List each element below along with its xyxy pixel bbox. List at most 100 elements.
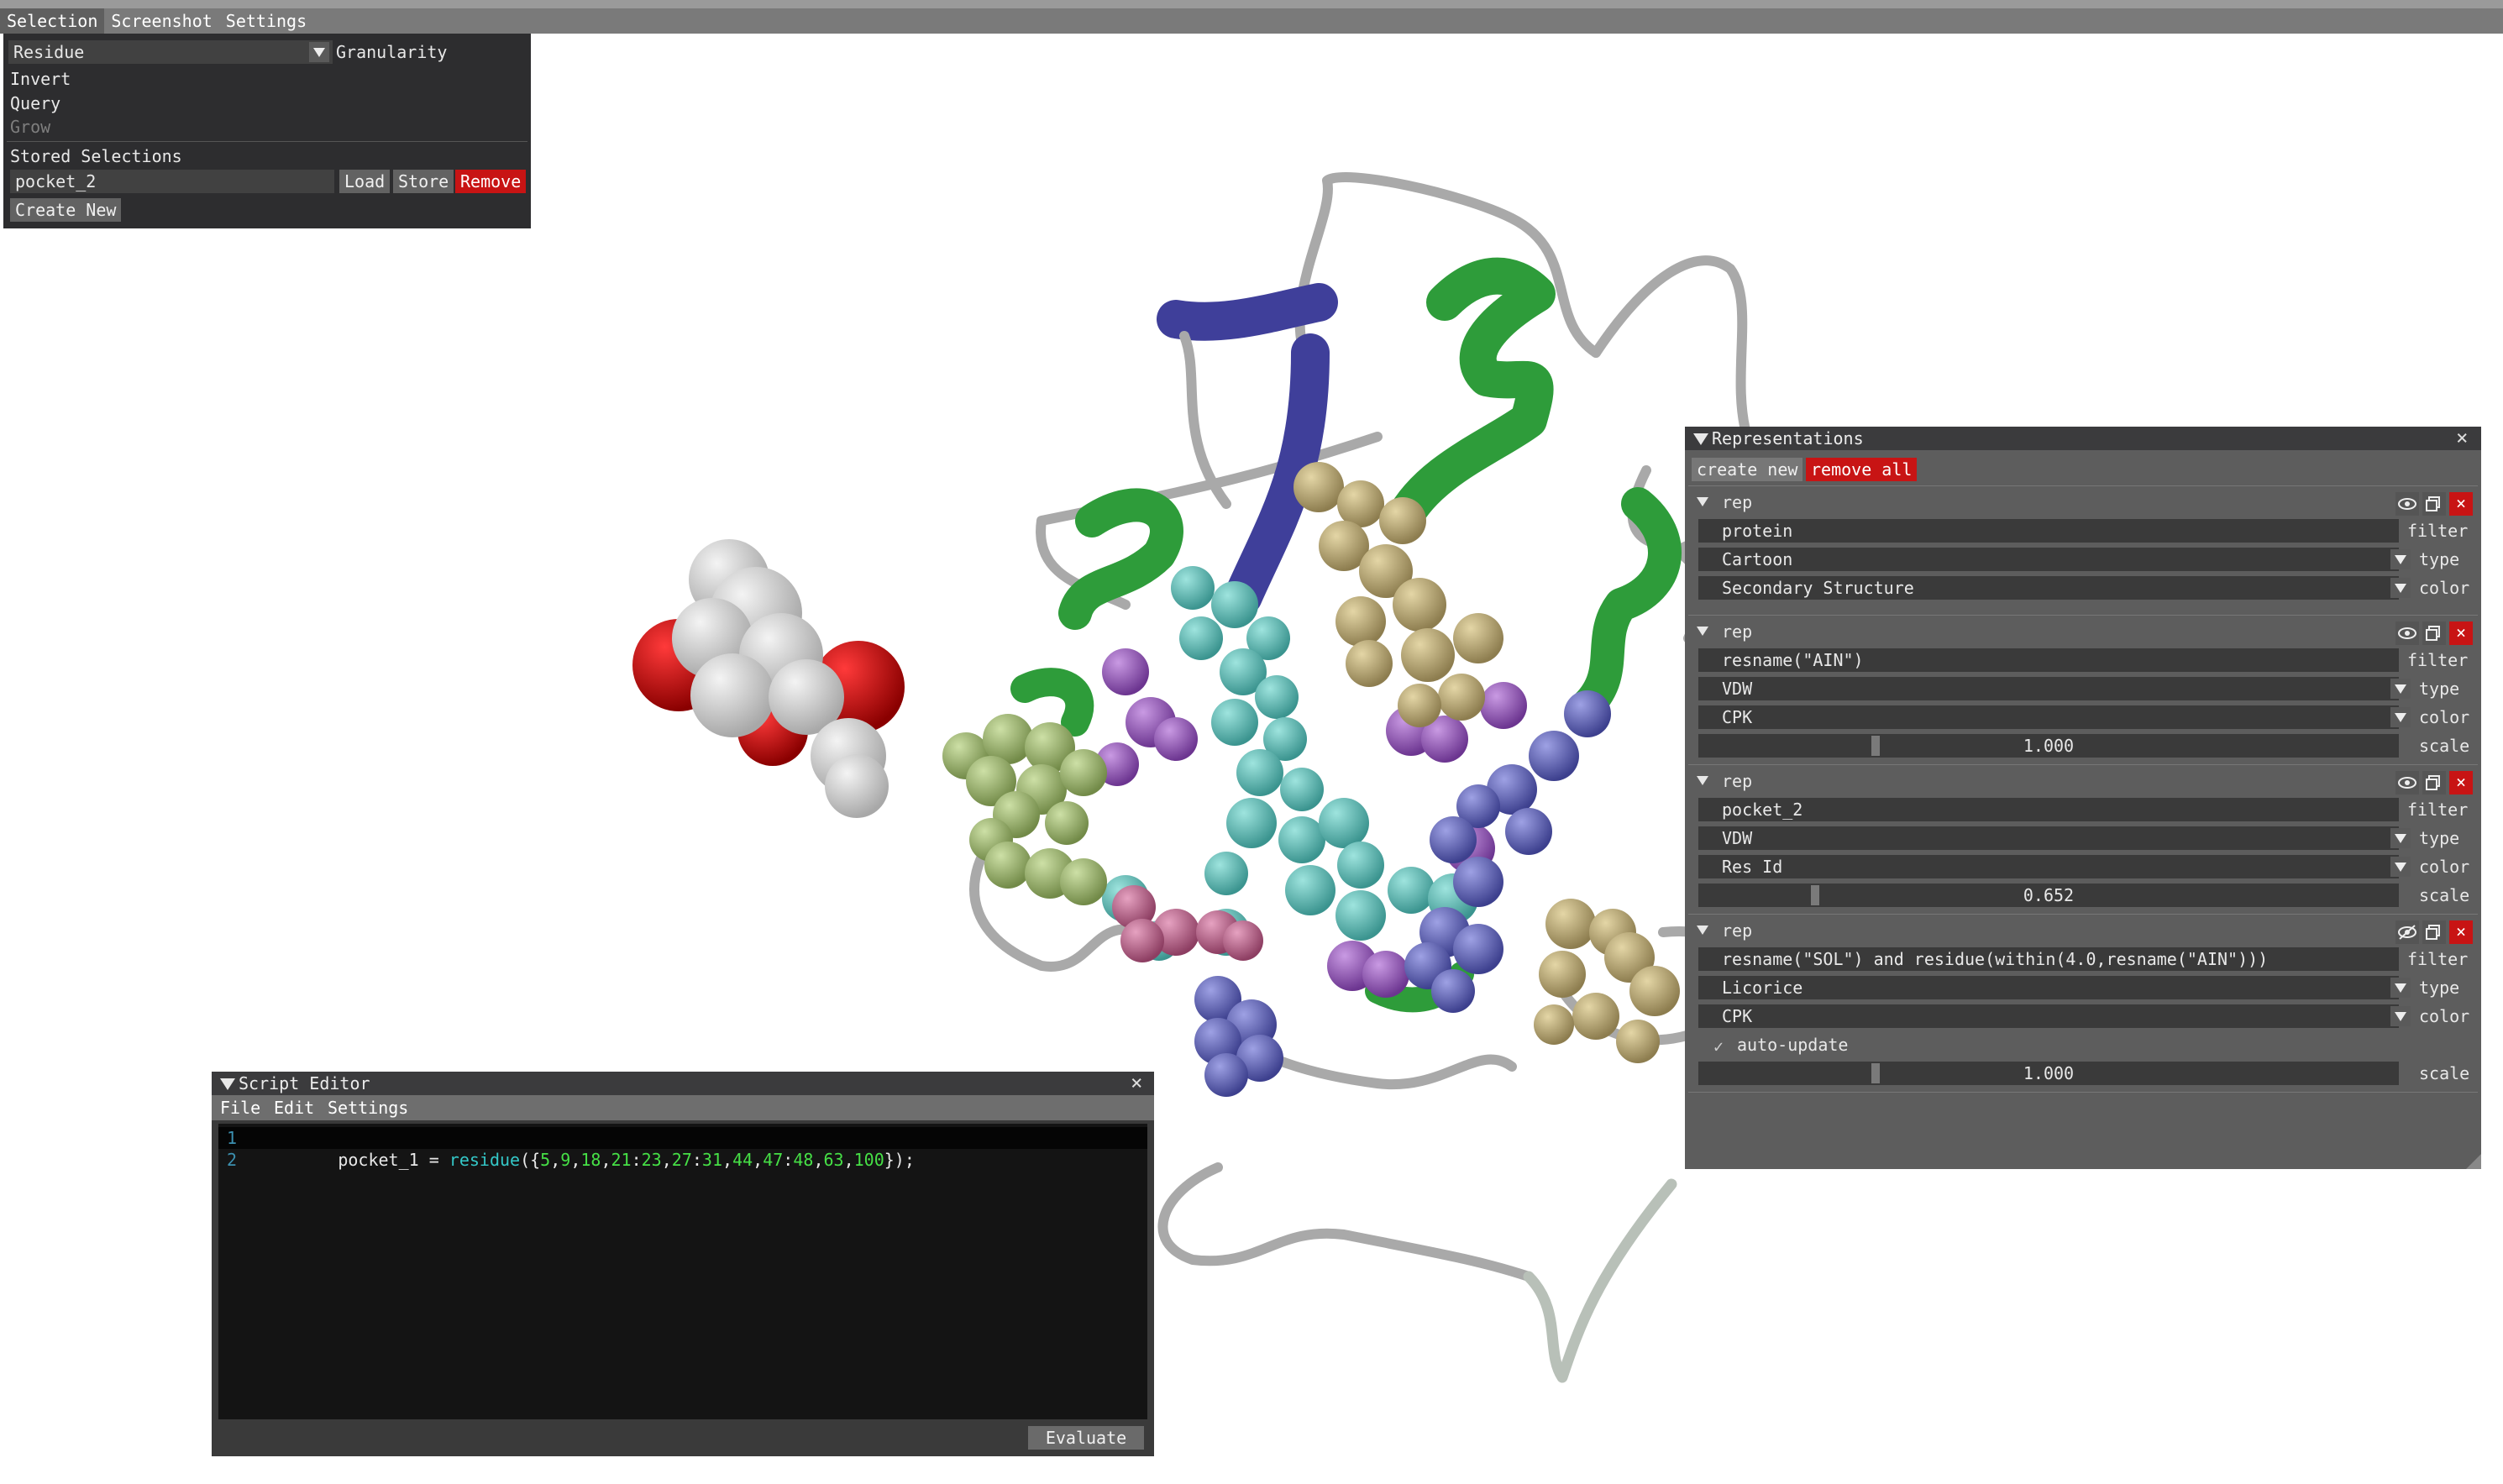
- rep-filter-field[interactable]: pocket_2: [1698, 798, 2399, 821]
- code-num: 47: [763, 1150, 784, 1170]
- chevron-down-icon[interactable]: [2390, 679, 2411, 699]
- menu-screenshot[interactable]: Screenshot: [104, 8, 218, 34]
- rep-color-select[interactable]: CPK: [1698, 1004, 2399, 1028]
- rep-name: rep: [1722, 771, 1753, 791]
- slider-handle[interactable]: [1811, 885, 1819, 905]
- duplicate-icon[interactable]: [2422, 621, 2446, 645]
- rep-collapse-icon[interactable]: [1697, 627, 1708, 636]
- line-number: 2: [227, 1150, 238, 1170]
- rep-collapse-icon[interactable]: [1697, 776, 1708, 785]
- rep-filter-value: resname("AIN"): [1722, 650, 1864, 670]
- type-label: type: [2419, 679, 2460, 699]
- menu-file[interactable]: File: [220, 1095, 260, 1120]
- code-punct: ({: [520, 1150, 541, 1170]
- load-button[interactable]: Load: [339, 170, 391, 193]
- create-new-rep-button[interactable]: create new: [1692, 458, 1803, 481]
- eye-hidden-icon[interactable]: [2395, 920, 2419, 944]
- granularity-select[interactable]: Residue: [8, 40, 333, 64]
- rep-block-4: rep × resname("SOL") and residue(within(…: [1685, 919, 2481, 1099]
- remove-button[interactable]: Remove: [455, 170, 527, 193]
- menu-selection[interactable]: Selection: [0, 8, 105, 34]
- slider-handle[interactable]: [1871, 736, 1880, 756]
- menu-item-invert[interactable]: Invert: [10, 69, 71, 89]
- rep-block-2: rep × resname("AIN") filter VDW type CPK…: [1685, 620, 2481, 771]
- rep-scale-slider[interactable]: 1.000: [1698, 1062, 2399, 1085]
- menu-settings[interactable]: Settings: [328, 1095, 408, 1120]
- rep-color-select[interactable]: Secondary Structure: [1698, 576, 2399, 600]
- representations-title: Representations: [1712, 428, 1864, 448]
- code-num: 18: [580, 1150, 601, 1170]
- code-editor[interactable]: 1 pocket_1 = residue({5,9,18,21:23,27:31…: [218, 1124, 1147, 1419]
- duplicate-icon[interactable]: [2422, 492, 2446, 516]
- delete-rep-icon[interactable]: ×: [2449, 771, 2473, 794]
- chevron-down-icon[interactable]: [2390, 578, 2411, 598]
- scale-label: scale: [2419, 885, 2470, 905]
- rep-scale-value: 1.000: [2023, 736, 2075, 756]
- stored-selections-header: Stored Selections: [10, 146, 182, 166]
- rep-type-select[interactable]: VDW: [1698, 677, 2399, 700]
- collapse-triangle-icon[interactable]: [1693, 433, 1708, 445]
- auto-update-checkbox[interactable]: ✓: [1713, 1036, 1724, 1057]
- rep-filter-value: pocket_2: [1722, 800, 1803, 820]
- close-icon[interactable]: ×: [1131, 1072, 1142, 1093]
- create-new-selection-button[interactable]: Create New: [10, 198, 122, 222]
- chevron-down-icon[interactable]: [2390, 1006, 2411, 1026]
- delete-rep-icon[interactable]: ×: [2449, 920, 2473, 944]
- chevron-down-icon[interactable]: [2390, 828, 2411, 848]
- script-editor-menubar: File Edit Settings: [212, 1095, 1154, 1120]
- divider: [1688, 914, 2478, 915]
- rep-scale-slider[interactable]: 1.000: [1698, 734, 2399, 758]
- eye-icon[interactable]: [2395, 771, 2419, 794]
- duplicate-icon[interactable]: [2422, 771, 2446, 794]
- rep-color-select[interactable]: CPK: [1698, 705, 2399, 729]
- main-menubar: Selection Screenshot Settings: [0, 8, 2503, 34]
- rep-filter-field[interactable]: protein: [1698, 519, 2399, 543]
- rep-color-value: Secondary Structure: [1722, 578, 1914, 598]
- menu-item-grow[interactable]: Grow: [10, 117, 50, 137]
- representations-titlebar[interactable]: Representations ×: [1685, 427, 2481, 450]
- menu-settings[interactable]: Settings: [219, 8, 313, 34]
- duplicate-icon[interactable]: [2422, 920, 2446, 944]
- rep-filter-field[interactable]: resname("SOL") and residue(within(4.0,re…: [1698, 947, 2399, 971]
- slider-handle[interactable]: [1871, 1063, 1880, 1083]
- rep-type-select[interactable]: Licorice: [1698, 976, 2399, 999]
- eye-icon[interactable]: [2395, 621, 2419, 645]
- chevron-down-icon[interactable]: [309, 42, 329, 62]
- rep-collapse-icon[interactable]: [1697, 926, 1708, 935]
- chevron-down-icon[interactable]: [2390, 549, 2411, 569]
- chevron-down-icon[interactable]: [2390, 978, 2411, 998]
- selection-panel: Residue Granularity Invert Query Grow St…: [3, 34, 531, 228]
- menu-edit[interactable]: Edit: [274, 1095, 314, 1120]
- delete-rep-icon[interactable]: ×: [2449, 621, 2473, 645]
- rep-name: rep: [1722, 492, 1753, 512]
- menu-item-query[interactable]: Query: [10, 93, 60, 113]
- rep-type-value: Cartoon: [1722, 549, 1793, 569]
- code-text: pocket_1 = residue({5,9,18,21:23,27:31,4…: [338, 1150, 915, 1170]
- chevron-down-icon[interactable]: [2390, 707, 2411, 727]
- rep-color-select[interactable]: Res Id: [1698, 855, 2399, 878]
- eye-icon[interactable]: [2395, 492, 2419, 516]
- close-icon[interactable]: ×: [2456, 427, 2468, 448]
- store-button[interactable]: Store: [393, 170, 454, 193]
- rep-block-1: rep × protein filter Cartoon type Second…: [1685, 490, 2481, 625]
- script-editor-titlebar[interactable]: Script Editor ×: [212, 1072, 1154, 1095]
- rep-type-select[interactable]: VDW: [1698, 826, 2399, 850]
- rep-filter-field[interactable]: resname("AIN"): [1698, 648, 2399, 672]
- stored-selection-name-input[interactable]: pocket_2: [10, 170, 334, 193]
- rep-type-select[interactable]: Cartoon: [1698, 548, 2399, 571]
- rep-color-value: CPK: [1722, 1006, 1753, 1026]
- delete-rep-icon[interactable]: ×: [2449, 492, 2473, 516]
- collapse-triangle-icon[interactable]: [220, 1078, 235, 1090]
- remove-all-reps-button[interactable]: remove all: [1806, 458, 1918, 481]
- color-label: color: [2419, 578, 2470, 598]
- evaluate-button[interactable]: Evaluate: [1028, 1426, 1144, 1450]
- filter-label: filter: [2407, 650, 2469, 670]
- resize-grip[interactable]: [2466, 1154, 2481, 1169]
- rep-collapse-icon[interactable]: [1697, 497, 1708, 506]
- rep-scale-value: 1.000: [2023, 1063, 2075, 1083]
- rep-scale-slider[interactable]: 0.652: [1698, 884, 2399, 907]
- script-editor-title: Script Editor: [239, 1073, 370, 1093]
- color-label: color: [2419, 1006, 2470, 1026]
- chevron-down-icon[interactable]: [2390, 857, 2411, 877]
- code-num: 44: [732, 1150, 753, 1170]
